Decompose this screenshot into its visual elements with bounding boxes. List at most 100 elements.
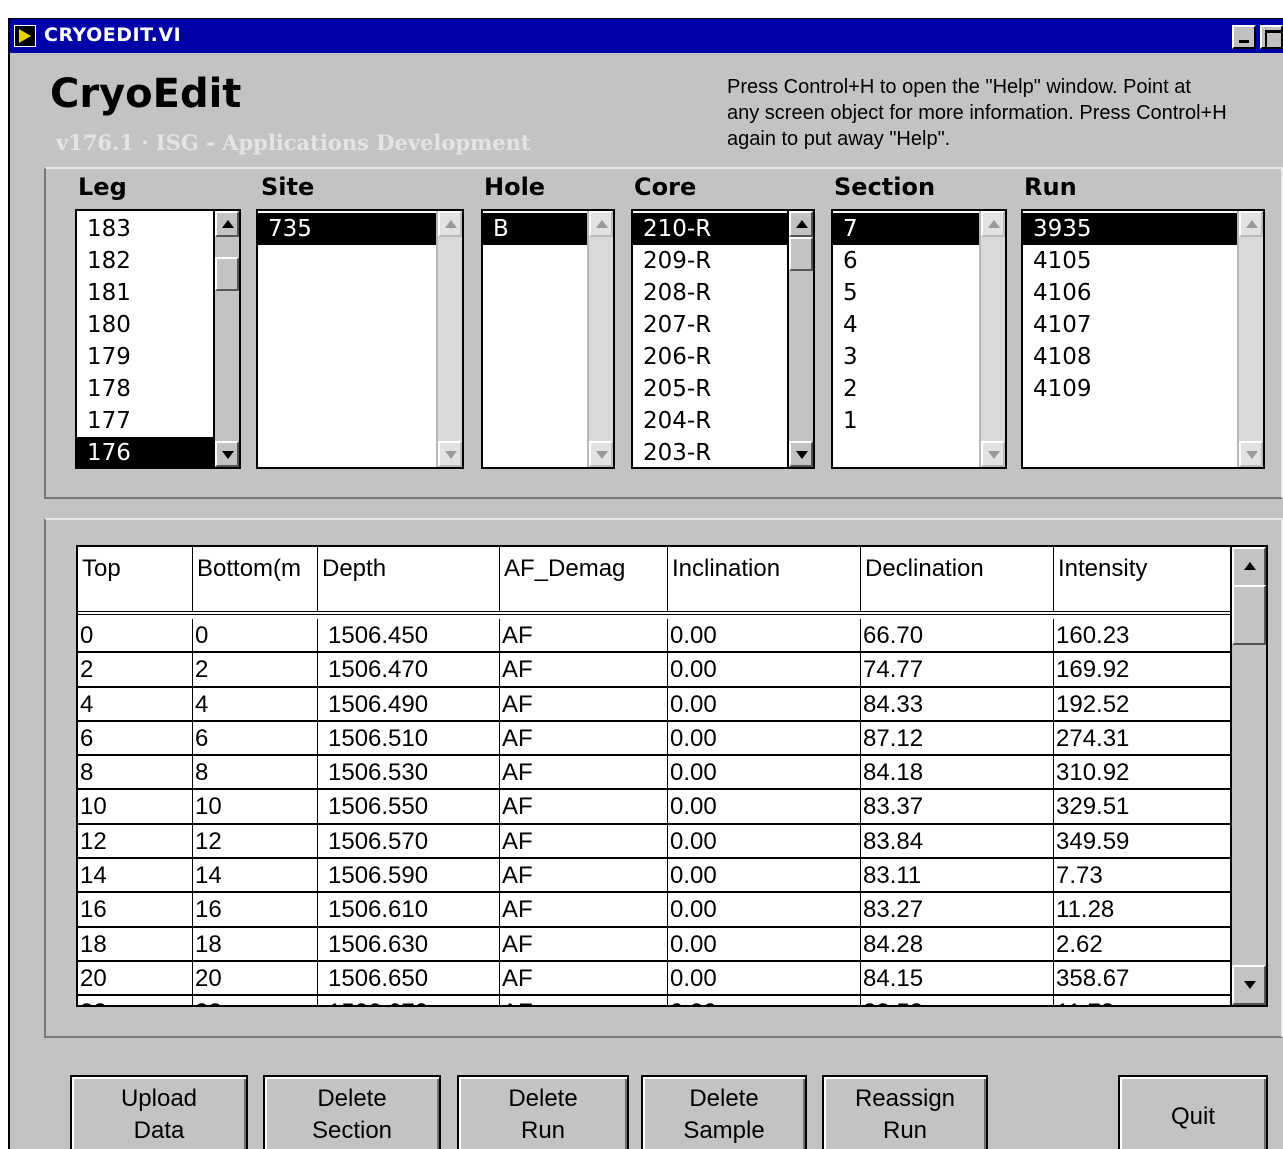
- scroll-up-button[interactable]: [438, 211, 462, 237]
- labview-vi-icon[interactable]: [14, 25, 36, 47]
- table-row[interactable]: 4 4 1506.490 AF 0.00 84.33 192.52: [78, 687, 1232, 722]
- core-list-item[interactable]: 205-R: [633, 373, 787, 405]
- scroll-down-button[interactable]: [589, 441, 613, 467]
- table-cell[interactable]: 7.73: [1054, 859, 1232, 892]
- leg-list-item[interactable]: 176: [77, 437, 213, 467]
- table-cell[interactable]: 192.52: [1054, 687, 1232, 720]
- run-list-item[interactable]: 4105: [1023, 245, 1237, 277]
- table-cell[interactable]: 2.62: [1054, 927, 1232, 960]
- core-list-item[interactable]: 208-R: [633, 277, 787, 309]
- table-cell[interactable]: 0.00: [668, 893, 861, 926]
- scroll-thumb[interactable]: [215, 257, 239, 291]
- scroll-thumb[interactable]: [789, 237, 813, 271]
- core-scrollbar[interactable]: [787, 211, 813, 467]
- site-list-item[interactable]: 735: [258, 213, 436, 245]
- table-cell[interactable]: 0.00: [668, 824, 861, 858]
- delete-sample-button[interactable]: Delete Sample: [641, 1075, 807, 1149]
- leg-scrollbar[interactable]: [213, 211, 239, 467]
- table-cell[interactable]: 0.00: [668, 961, 861, 995]
- maximize-button[interactable]: [1260, 25, 1283, 49]
- table-cell[interactable]: 18: [78, 927, 193, 960]
- scroll-down-button[interactable]: [215, 441, 239, 467]
- table-cell[interactable]: AF: [500, 996, 668, 1005]
- table-scrollbar[interactable]: [1230, 547, 1266, 1005]
- scroll-up-button[interactable]: [789, 211, 813, 237]
- table-cell[interactable]: 329.51: [1054, 790, 1232, 823]
- scroll-down-button[interactable]: [789, 441, 813, 467]
- core-list-item[interactable]: 210-R: [633, 213, 787, 245]
- table-cell[interactable]: 1506.550: [318, 790, 500, 823]
- table-cell[interactable]: 22: [193, 996, 318, 1005]
- leg-list-item[interactable]: 179: [77, 341, 213, 373]
- table-cell[interactable]: 0.00: [668, 687, 861, 720]
- table-cell[interactable]: AF: [500, 756, 668, 789]
- table-cell[interactable]: 160.23: [1054, 619, 1232, 652]
- core-list-item[interactable]: 207-R: [633, 309, 787, 341]
- table-cell[interactable]: AF: [500, 824, 668, 858]
- run-listbox[interactable]: 3935 4105 4106 4107 4108 4109: [1021, 209, 1265, 469]
- table-cell[interactable]: AF: [500, 653, 668, 686]
- table-cell[interactable]: 0.00: [668, 721, 861, 755]
- table-cell[interactable]: 310.92: [1054, 756, 1232, 789]
- core-list-item[interactable]: 206-R: [633, 341, 787, 373]
- table-row[interactable]: 2 2 1506.470 AF 0.00 74.77 169.92: [78, 653, 1232, 688]
- table-cell[interactable]: 0.00: [668, 859, 861, 892]
- hole-scrollbar[interactable]: [587, 211, 613, 467]
- table-cell[interactable]: 1506.590: [318, 859, 500, 892]
- column-header[interactable]: Intensity: [1054, 547, 1232, 611]
- column-header[interactable]: Top: [78, 547, 193, 611]
- table-cell[interactable]: 1506.630: [318, 927, 500, 960]
- scroll-up-button[interactable]: [1232, 547, 1266, 587]
- minimize-button[interactable]: [1232, 25, 1256, 49]
- table-cell[interactable]: 14: [78, 859, 193, 892]
- table-cell[interactable]: 1506.670: [318, 996, 500, 1005]
- quit-button[interactable]: Quit: [1118, 1075, 1268, 1149]
- table-cell[interactable]: 6: [193, 721, 318, 755]
- table-cell[interactable]: 0: [193, 619, 318, 652]
- table-cell[interactable]: 66.70: [861, 619, 1054, 652]
- table-cell[interactable]: AF: [500, 790, 668, 823]
- table-cell[interactable]: 8: [193, 756, 318, 789]
- table-cell[interactable]: 18: [193, 927, 318, 960]
- table-cell[interactable]: 11.78: [1054, 996, 1232, 1005]
- table-cell[interactable]: 1506.610: [318, 893, 500, 926]
- table-cell[interactable]: 4: [193, 687, 318, 720]
- table-cell[interactable]: 87.12: [861, 721, 1054, 755]
- section-list-item[interactable]: 3: [833, 341, 979, 373]
- column-header[interactable]: Depth: [318, 547, 500, 611]
- run-list-item[interactable]: 4109: [1023, 373, 1237, 405]
- table-cell[interactable]: 1506.470: [318, 653, 500, 686]
- table-cell[interactable]: 0.00: [668, 619, 861, 652]
- table-cell[interactable]: 2: [78, 653, 193, 686]
- table-cell[interactable]: 83.11: [861, 859, 1054, 892]
- table-cell[interactable]: AF: [500, 687, 668, 720]
- measurement-table[interactable]: Top Bottom(m Depth AF_Demag Inclination Decli…: [76, 545, 1268, 1007]
- upload-data-button[interactable]: Upload Data: [70, 1075, 248, 1149]
- table-cell[interactable]: 16: [193, 893, 318, 926]
- leg-list-item[interactable]: 178: [77, 373, 213, 405]
- column-header[interactable]: AF_Demag: [500, 547, 668, 611]
- leg-list-item[interactable]: 183: [77, 213, 213, 245]
- section-listbox[interactable]: 7654321: [831, 209, 1007, 469]
- delete-run-button[interactable]: Delete Run: [457, 1075, 629, 1149]
- table-cell[interactable]: 20: [193, 961, 318, 995]
- table-cell[interactable]: 84.15: [861, 961, 1054, 995]
- table-cell[interactable]: 22: [78, 996, 193, 1005]
- table-cell[interactable]: 0.00: [668, 927, 861, 960]
- table-cell[interactable]: 358.67: [1054, 961, 1232, 995]
- table-cell[interactable]: 0: [78, 619, 193, 652]
- table-cell[interactable]: 8: [78, 756, 193, 789]
- table-cell[interactable]: 1506.490: [318, 687, 500, 720]
- scroll-down-button[interactable]: [1239, 441, 1263, 467]
- table-cell[interactable]: AF: [500, 961, 668, 995]
- column-header[interactable]: Bottom(m: [193, 547, 318, 611]
- table-cell[interactable]: 84.28: [861, 927, 1054, 960]
- run-list-item[interactable]: 4107: [1023, 309, 1237, 341]
- table-cell[interactable]: 6: [78, 721, 193, 755]
- scroll-up-button[interactable]: [589, 211, 613, 237]
- leg-list-item[interactable]: 182: [77, 245, 213, 277]
- delete-section-button[interactable]: Delete Section: [263, 1075, 441, 1149]
- run-list-item[interactable]: 4106: [1023, 277, 1237, 309]
- table-cell[interactable]: 16: [78, 893, 193, 926]
- table-cell[interactable]: 83.27: [861, 893, 1054, 926]
